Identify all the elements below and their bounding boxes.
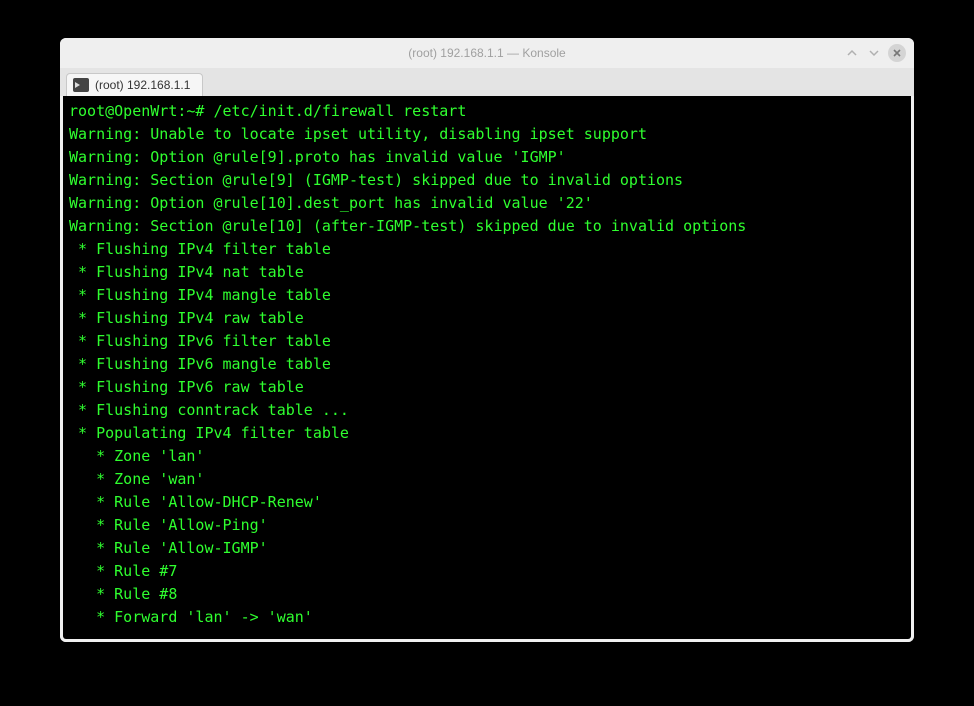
output-line: * Rule 'Allow-Ping' — [69, 516, 268, 534]
output-line: * Flushing IPv6 filter table — [69, 332, 331, 350]
output-line: * Flushing IPv4 mangle table — [69, 286, 331, 304]
minimize-button[interactable] — [844, 45, 860, 61]
output-line: * Rule #7 — [69, 562, 177, 580]
chevron-down-icon — [868, 47, 880, 59]
chevron-up-icon — [846, 47, 858, 59]
output-line: * Populating IPv4 filter table — [69, 424, 349, 442]
output-line: * Flushing conntrack table ... — [69, 401, 349, 419]
tab-label: (root) 192.168.1.1 — [95, 78, 190, 92]
output-line: * Rule #8 — [69, 585, 177, 603]
tabbar: (root) 192.168.1.1 — [60, 68, 914, 96]
close-button[interactable] — [888, 44, 906, 62]
shell-prompt: root@OpenWrt:~# — [69, 102, 214, 120]
output-line: * Flushing IPv4 raw table — [69, 309, 304, 327]
output-line: * Flushing IPv4 nat table — [69, 263, 304, 281]
close-icon — [891, 47, 903, 59]
output-line: * Zone 'wan' — [69, 470, 204, 488]
output-line: Warning: Section @rule[9] (IGMP-test) sk… — [69, 171, 683, 189]
output-line: Warning: Option @rule[10].dest_port has … — [69, 194, 593, 212]
output-line: * Forward 'lan' -> 'wan' — [69, 608, 313, 626]
window-title: (root) 192.168.1.1 — Konsole — [408, 46, 565, 60]
titlebar: (root) 192.168.1.1 — Konsole — [60, 38, 914, 68]
window-controls — [844, 44, 906, 62]
output-line: * Rule 'Allow-DHCP-Renew' — [69, 493, 322, 511]
shell-command: /etc/init.d/firewall restart — [214, 102, 467, 120]
tab-session[interactable]: (root) 192.168.1.1 — [66, 73, 203, 96]
terminal-output[interactable]: root@OpenWrt:~# /etc/init.d/firewall res… — [60, 96, 914, 642]
output-line: * Rule 'Allow-IGMP' — [69, 539, 268, 557]
output-line: Warning: Section @rule[10] (after-IGMP-t… — [69, 217, 746, 235]
output-line: Warning: Unable to locate ipset utility,… — [69, 125, 647, 143]
terminal-icon — [73, 78, 89, 92]
konsole-window: (root) 192.168.1.1 — Konsole (root) 192.… — [60, 38, 914, 642]
output-line: * Zone 'lan' — [69, 447, 204, 465]
output-line: * Flushing IPv4 filter table — [69, 240, 331, 258]
output-line: * Flushing IPv6 mangle table — [69, 355, 331, 373]
prompt-line: root@OpenWrt:~# /etc/init.d/firewall res… — [69, 102, 466, 120]
output-line: Warning: Option @rule[9].proto has inval… — [69, 148, 566, 166]
output-line: * Flushing IPv6 raw table — [69, 378, 304, 396]
maximize-button[interactable] — [866, 45, 882, 61]
